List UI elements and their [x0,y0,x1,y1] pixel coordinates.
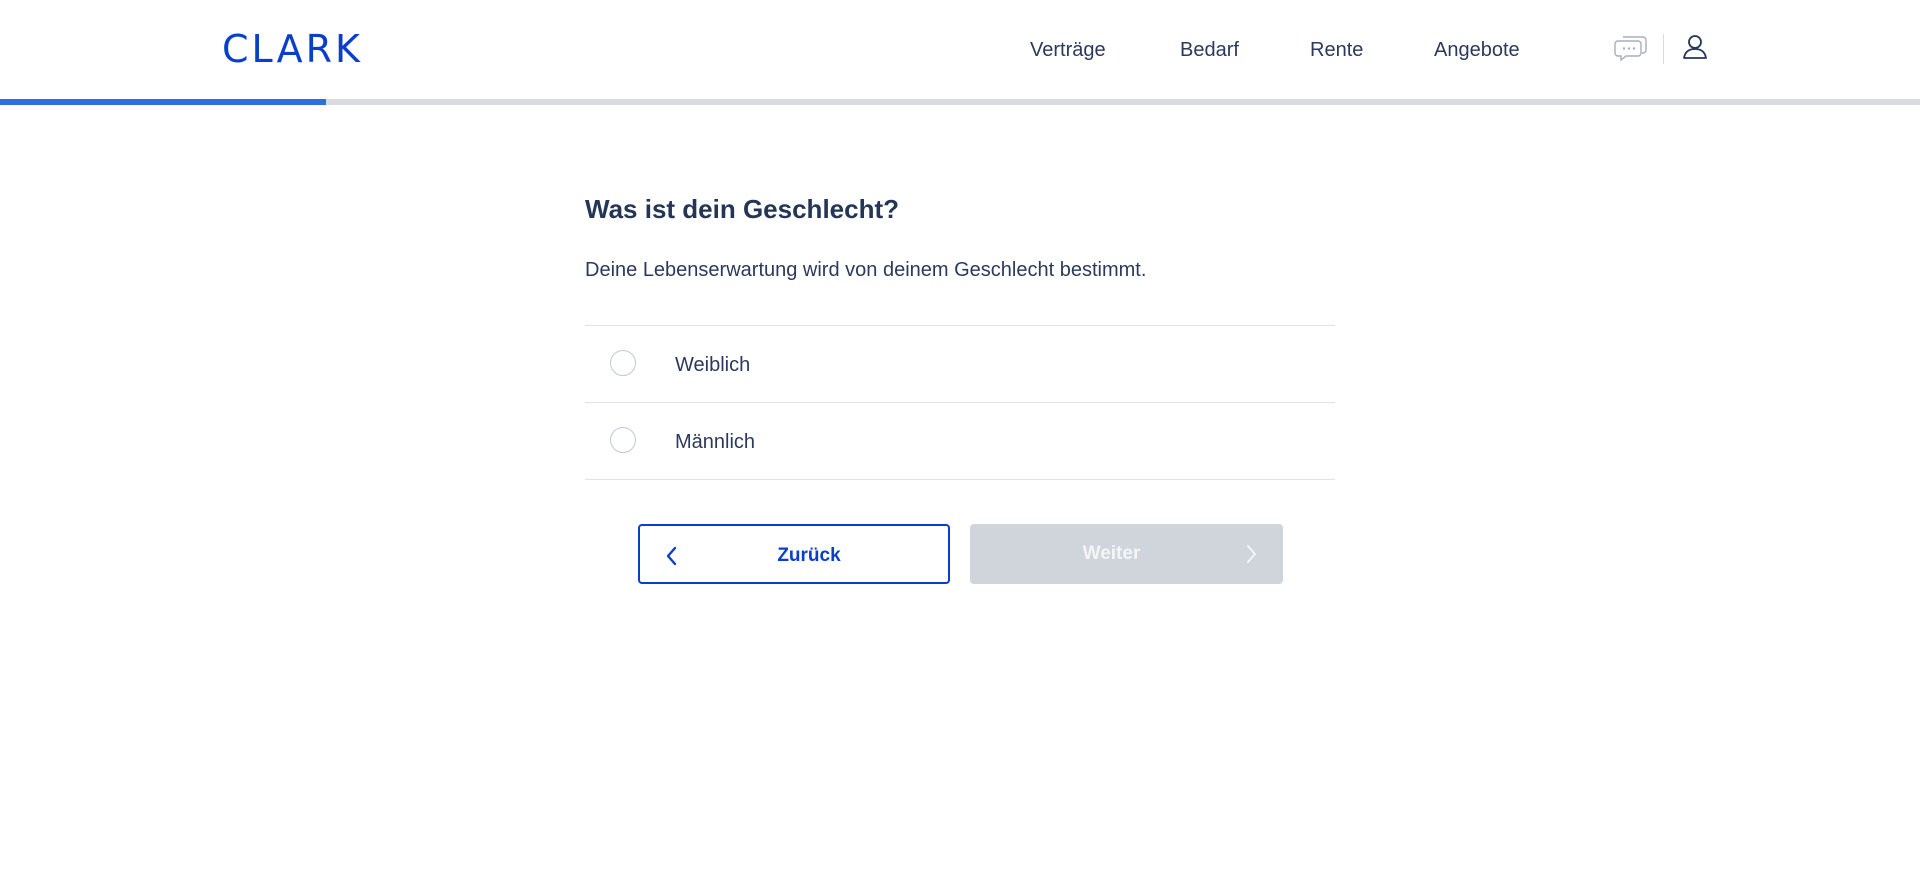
header-divider [1663,34,1664,64]
gender-options: Weiblich Männlich [585,325,1335,480]
progress-bar-fill [0,99,327,105]
option-weiblich[interactable]: Weiblich [585,325,1335,402]
radio-weiblich[interactable] [610,350,636,376]
next-button[interactable]: Weiter [970,524,1283,584]
question-title: Was ist dein Geschlecht? [585,194,900,224]
question-subtitle: Deine Lebenserwartung wird von deinem Ge… [585,259,1147,281]
nav-item-rente[interactable]: Rente [1310,38,1363,62]
nav-item-vertraege[interactable]: Verträge [1030,38,1106,62]
option-maennlich[interactable]: Männlich [585,402,1335,480]
top-header: CLARK Verträge Bedarf Rente Angebote [0,0,1920,100]
nav-item-angebote[interactable]: Angebote [1434,38,1520,62]
radio-maennlich[interactable] [610,427,636,453]
option-label-weiblich: Weiblich [675,354,751,376]
chat-icon[interactable] [1614,33,1650,62]
next-button-label: Weiter [1082,543,1141,564]
back-button-label: Zurück [777,545,841,566]
user-icon[interactable] [1680,32,1710,62]
clark-logo[interactable]: CLARK [222,29,363,69]
chevron-right-icon [1247,545,1256,563]
nav-item-bedarf[interactable]: Bedarf [1180,38,1239,62]
progress-bar [0,99,1920,105]
option-label-maennlich: Männlich [675,431,756,453]
back-button[interactable]: Zurück [638,524,950,584]
